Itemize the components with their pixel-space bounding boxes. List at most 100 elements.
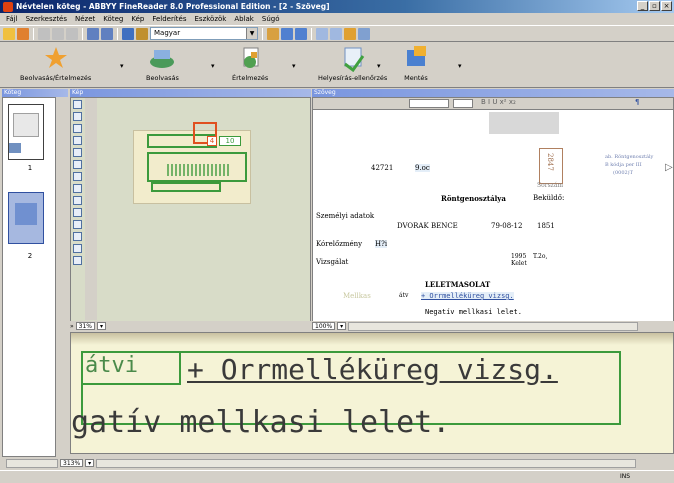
page-thumbnail-2[interactable]: [8, 192, 44, 244]
read-button[interactable]: Értelmezés: [232, 44, 268, 82]
delete-area-icon[interactable]: [72, 196, 82, 205]
page-number-2: 2: [27, 252, 33, 260]
block-number: 4: [207, 136, 217, 146]
scan-button[interactable]: Beolvasás: [146, 44, 179, 82]
zoom-tool-icon[interactable]: [72, 244, 82, 253]
birth-date: 79-08-12: [491, 222, 523, 230]
save-button[interactable]: Mentés: [402, 44, 430, 82]
window-layout-icon[interactable]: [316, 27, 328, 40]
language-select[interactable]: Magyar ▼: [150, 27, 258, 40]
menu-detect[interactable]: Felderítés: [148, 15, 190, 23]
class-code: 9.oc: [415, 164, 430, 172]
cell-icon[interactable]: [72, 220, 82, 229]
task-toolbar: Beolvasás/Értelmezés ▾ Beolvasás ▾ Értel…: [0, 42, 674, 88]
scan-read-dropdown-icon[interactable]: ▾: [120, 62, 124, 70]
menu-edit[interactable]: Szerkesztés: [22, 15, 71, 23]
menu-image[interactable]: Kép: [127, 15, 148, 23]
open-icon[interactable]: [17, 27, 29, 40]
add-area-icon[interactable]: [72, 172, 82, 181]
paste-icon[interactable]: [66, 27, 78, 40]
batch-scrollbar[interactable]: [6, 458, 58, 468]
order-icon[interactable]: [72, 208, 82, 217]
attachment-label: Mellkas: [343, 292, 371, 300]
scan-read-label: Beolvasás/Értelmezés: [20, 74, 92, 82]
chevron-down-icon[interactable]: ▾: [85, 459, 95, 467]
save-label: Mentés: [404, 74, 428, 82]
chevron-down-icon[interactable]: ▼: [246, 28, 257, 39]
cut-icon[interactable]: [38, 27, 50, 40]
close-button[interactable]: ×: [661, 1, 672, 11]
chevron-down-icon[interactable]: ▾: [97, 322, 107, 330]
format-icon[interactable]: [122, 27, 134, 40]
select-tool-icon[interactable]: [72, 100, 82, 109]
department: Röntgenosztálya: [441, 194, 506, 203]
read-dropdown-icon[interactable]: ▾: [292, 62, 296, 70]
new-batch-icon[interactable]: [3, 27, 15, 40]
block-number: 10: [219, 136, 241, 146]
zoom-horizontal-scrollbar[interactable]: [96, 458, 637, 468]
image-zoom-bar: » 31% ▾: [70, 321, 311, 331]
maximize-button[interactable]: ▫: [649, 1, 660, 11]
image-pane[interactable]: 4 10: [70, 97, 311, 329]
menu-tools[interactable]: Eszközök: [191, 15, 231, 23]
menu-window[interactable]: Ablak: [230, 15, 258, 23]
spellcheck-dropdown-icon[interactable]: ▾: [377, 62, 381, 70]
menu-help[interactable]: Súgó: [258, 15, 284, 23]
picture-area-icon[interactable]: [72, 148, 82, 157]
stamp-number: 2847: [546, 153, 554, 171]
text-zoom-bar: 100% ▾: [312, 321, 674, 331]
panel-icon[interactable]: [358, 27, 370, 40]
view-image-icon[interactable]: [281, 27, 293, 40]
rotate-icon[interactable]: [72, 232, 82, 241]
language-value: Magyar: [154, 29, 181, 37]
table-area-icon[interactable]: [72, 136, 82, 145]
personal-data-label: Személyi adatok: [316, 212, 375, 220]
save-dropdown-icon[interactable]: ▾: [458, 62, 462, 70]
chevron-down-icon[interactable]: ▾: [337, 322, 347, 330]
minimize-button[interactable]: _: [637, 1, 648, 11]
window-layout2-icon[interactable]: [330, 27, 342, 40]
redo-icon[interactable]: [101, 27, 113, 40]
settings-icon[interactable]: [344, 27, 356, 40]
menu-file[interactable]: Fájl: [2, 15, 22, 23]
lock-icon[interactable]: [136, 27, 148, 40]
text-block[interactable]: [151, 182, 221, 192]
view-text-icon[interactable]: [295, 27, 307, 40]
zoom-pane[interactable]: átvi + Orrmelléküreg vizsg. gatív mellka…: [70, 332, 674, 454]
text-cursor-icon: ▷: [665, 162, 673, 173]
history-label: Kórelőzmény: [316, 240, 363, 248]
page-thumbnail-1[interactable]: [8, 104, 44, 160]
text-horizontal-scrollbar[interactable]: [348, 321, 639, 331]
menu-view[interactable]: Nézet: [71, 15, 99, 23]
cut-area-icon[interactable]: [72, 184, 82, 193]
window-controls: _ ▫ ×: [637, 1, 672, 11]
fit-icon[interactable]: »: [70, 323, 74, 330]
text-area-icon[interactable]: [72, 124, 82, 133]
toolbar-separator: [117, 27, 118, 40]
undo-icon[interactable]: [87, 27, 99, 40]
zoom-pane-zoom-select[interactable]: 313%: [60, 459, 84, 467]
zoom-received-mark: átvi: [85, 353, 138, 378]
sender-label: Beküldő:: [533, 194, 565, 202]
bottom-bar: 313% ▾: [0, 458, 674, 468]
negative-result-line: Negatív mellkasi lelet.: [425, 308, 522, 316]
text-pane[interactable]: B I U x² x₂ ¶ 42721 9.oc 2847 Sorszám ab…: [312, 97, 674, 329]
area-tool-icon[interactable]: [72, 112, 82, 121]
eraser-icon[interactable]: [72, 256, 82, 265]
exam-status: Kelet: [511, 260, 527, 267]
image-zoom-select[interactable]: 31%: [75, 322, 96, 330]
side-note: B kódja per III: [605, 162, 642, 168]
toolbar-separator: [33, 27, 34, 40]
scan-dropdown-icon[interactable]: ▾: [211, 62, 215, 70]
spellcheck-label: Helyesírás-ellenőrzés: [318, 74, 388, 82]
exam-label: Vizsgálat: [316, 258, 349, 266]
read-label: Értelmezés: [232, 74, 269, 82]
scan-read-button[interactable]: Beolvasás/Értelmezés: [20, 44, 91, 82]
copy-icon[interactable]: [52, 27, 64, 40]
layout-icon[interactable]: [267, 27, 279, 40]
barcode-area-icon[interactable]: [72, 160, 82, 169]
scan-label: Beolvasás: [146, 74, 179, 82]
menu-batch[interactable]: Köteg: [99, 15, 127, 23]
exam-year: 1995: [511, 253, 527, 260]
text-zoom-select[interactable]: 100%: [312, 322, 336, 330]
